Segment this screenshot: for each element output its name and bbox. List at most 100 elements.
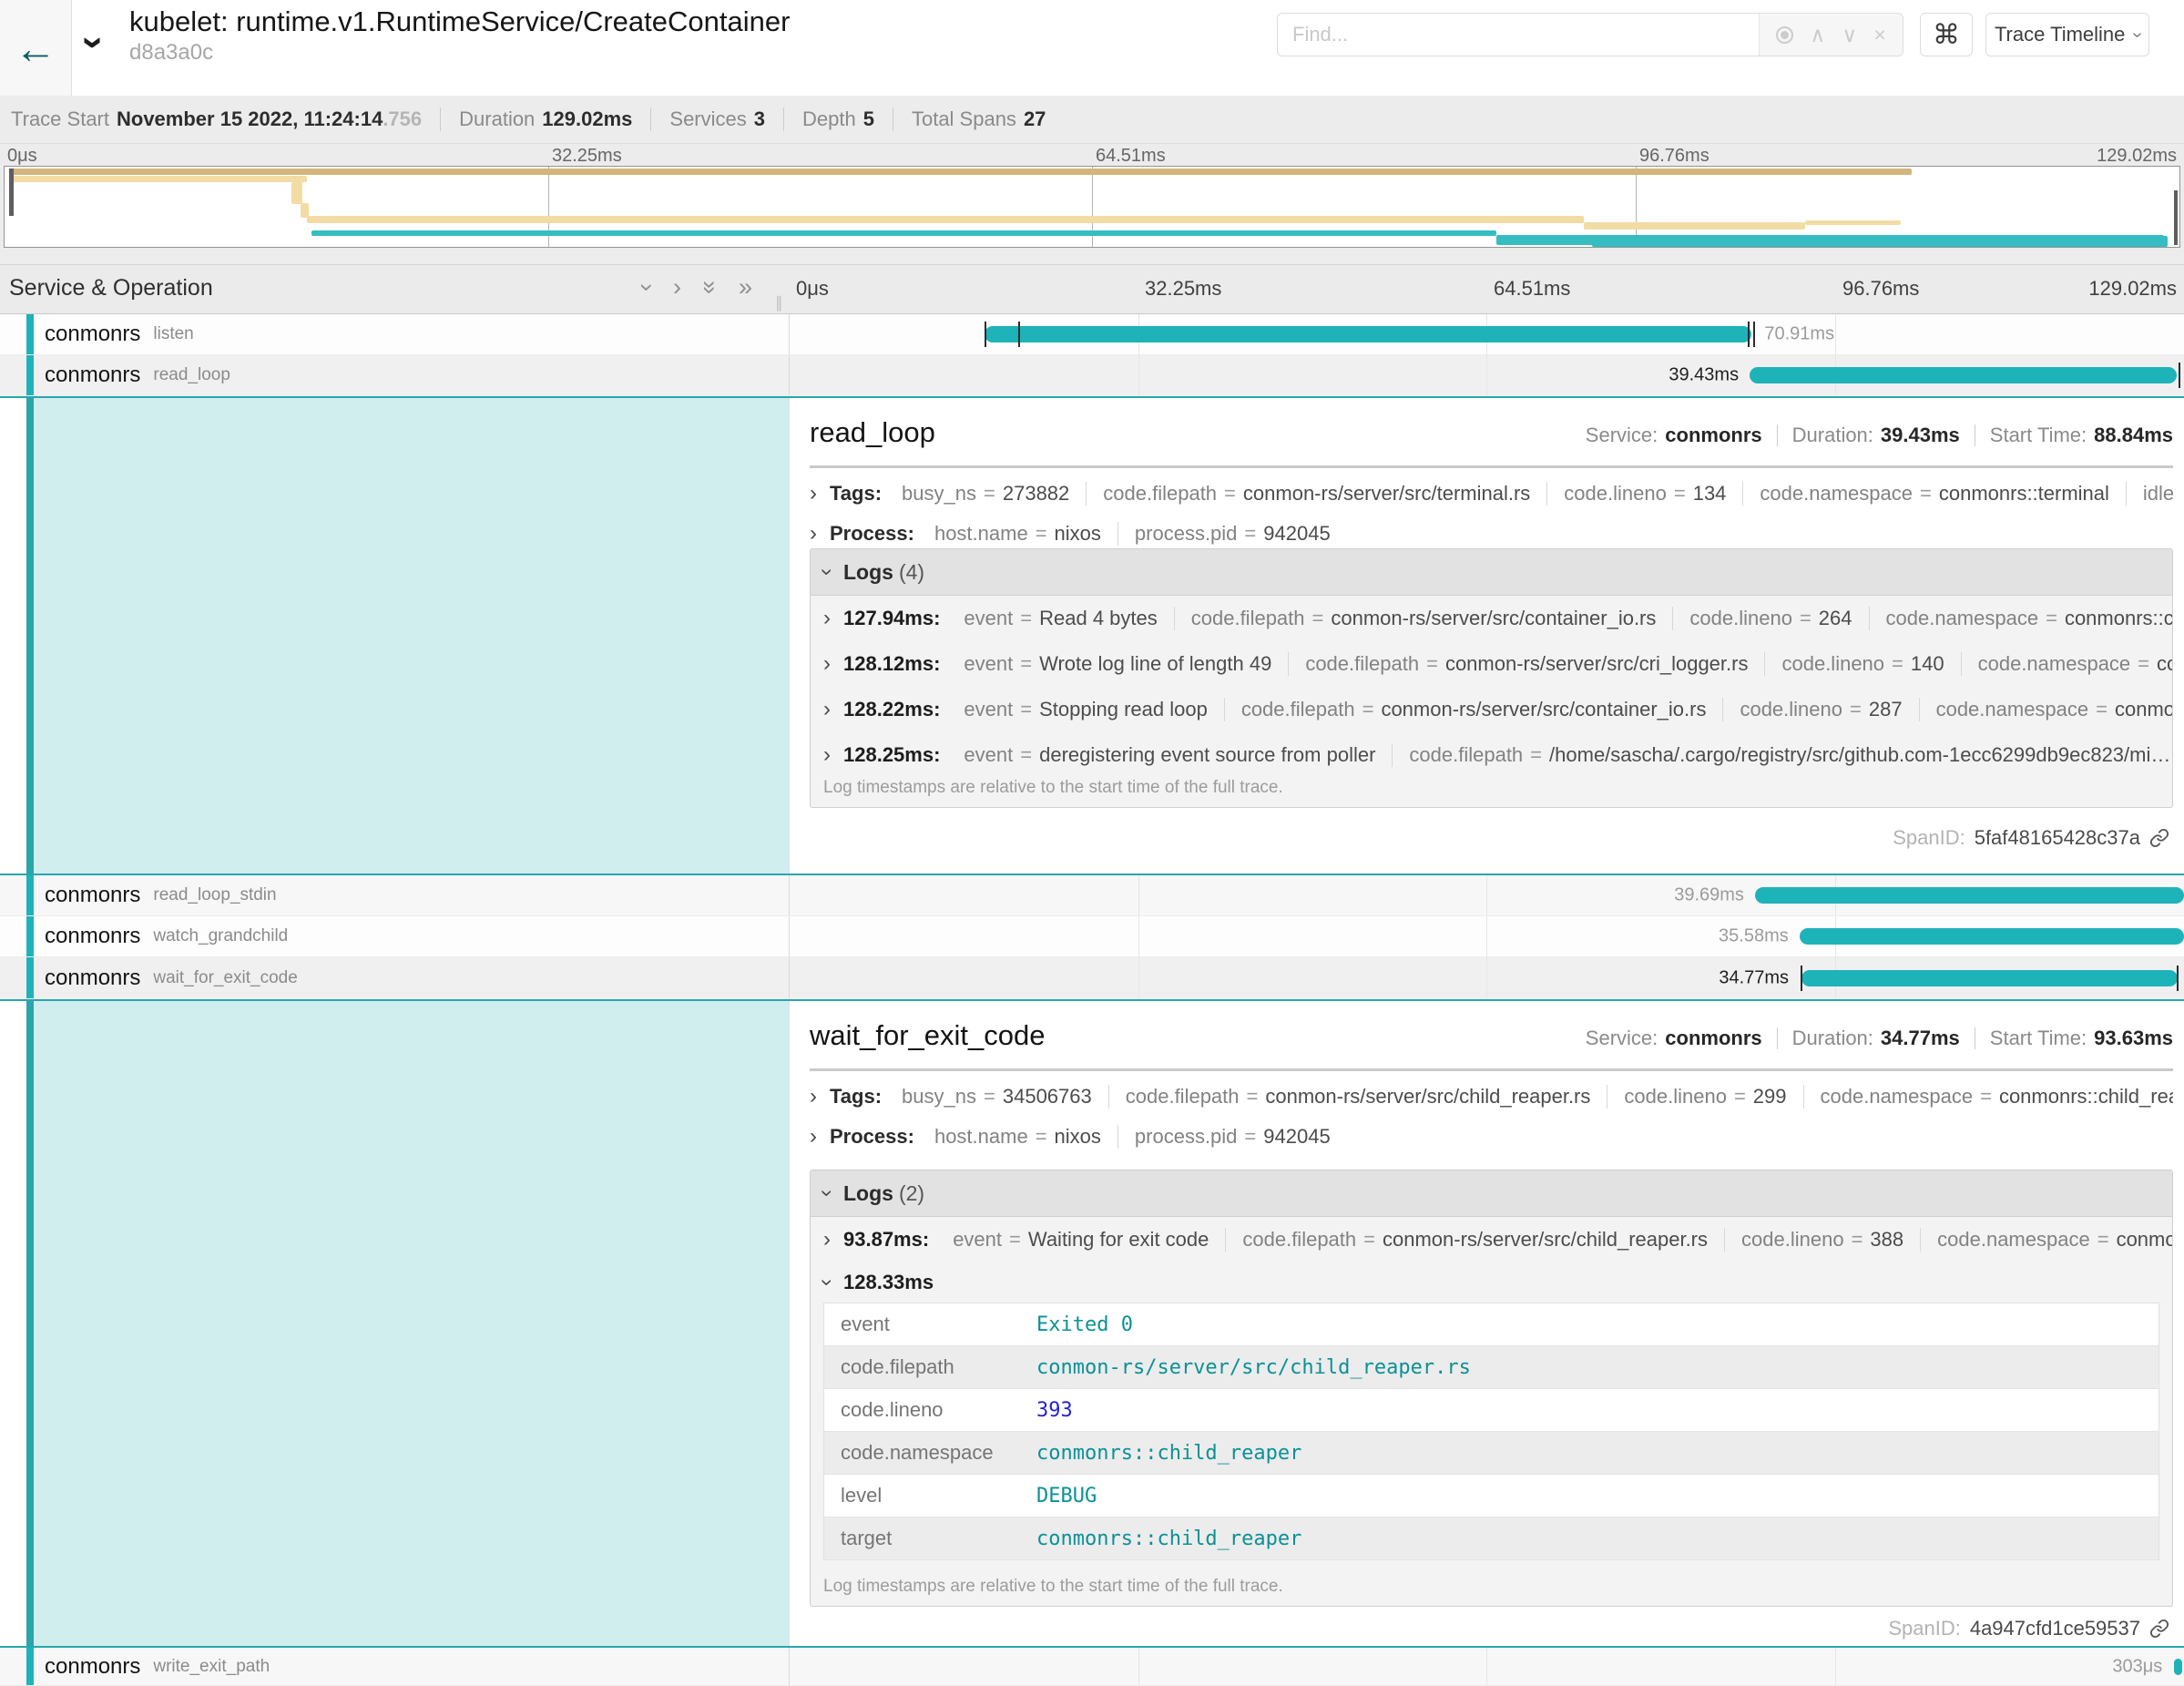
service-name: conmonrs: [45, 322, 140, 347]
log-field: event=Read 4 bytes: [947, 607, 1173, 630]
copy-link-icon[interactable]: [2149, 828, 2169, 848]
find-input[interactable]: [1278, 14, 1759, 56]
span-timeline-cell: 70.91ms: [789, 314, 2184, 354]
logs-toggle[interactable]: › Logs (2): [811, 1170, 2172, 1217]
span-bar[interactable]: [1801, 970, 2178, 986]
span-bar[interactable]: [1750, 367, 2176, 383]
field-key: level: [824, 1484, 1036, 1507]
span-operation-title: read_loop: [810, 416, 935, 448]
process-toggle[interactable]: › Process: host.name=nixos process.pid=9…: [810, 1121, 2173, 1152]
span-row-wait-for-exit-code[interactable]: conmonrs wait_for_exit_code 34.77ms: [0, 957, 2184, 999]
span-duration: 39.43ms: [1669, 365, 1739, 386]
span-bar[interactable]: [985, 326, 1751, 342]
logs-toggle[interactable]: › Logs (4): [811, 549, 2172, 596]
service-accent-bar: [26, 875, 34, 915]
tags-label: Tags:: [830, 482, 882, 506]
span-detail-panel: read_loop Service: conmonrs Duration: 39…: [789, 398, 2184, 874]
find-tools: ∧ ∨ ×: [1759, 14, 1903, 56]
jaeger-trace-page: ← › kubelet: runtime.v1.RuntimeService/C…: [0, 0, 2184, 1686]
field-value: Exited 0: [1036, 1313, 1133, 1336]
tags-toggle[interactable]: › Tags: busy_ns=273882 code.filepath=con…: [810, 478, 2173, 509]
focus-match-icon[interactable]: [1776, 26, 1793, 44]
log-entry[interactable]: › 93.87ms: event=Waiting for exit code c…: [811, 1217, 2172, 1262]
divider: [1777, 1027, 1778, 1049]
span-timeline-cell: 39.43ms: [789, 355, 2184, 395]
collapse-trace-header-button[interactable]: ›: [87, 20, 101, 66]
span-operation-title: wait_for_exit_code: [810, 1019, 1046, 1051]
span-meta: Service: conmonrs Duration: 34.77ms Star…: [1586, 1027, 2173, 1050]
tag-chip: code.namespace=conmonrs::terminal: [1742, 482, 2126, 506]
tag-chip: code.lineno=299: [1607, 1085, 1802, 1109]
timeline-minimap[interactable]: [4, 166, 2180, 248]
process-label: Process:: [830, 1125, 914, 1149]
header: ← › kubelet: runtime.v1.RuntimeService/C…: [0, 0, 2184, 96]
start-time-value: 93.63ms: [2094, 1027, 2173, 1050]
span-row-watch-grandchild[interactable]: conmonrs watch_grandchild 35.58ms: [0, 916, 2184, 957]
collapse-all-icon[interactable]: »: [703, 273, 717, 301]
span-bar[interactable]: [1800, 928, 2184, 945]
log-tick: [1748, 322, 1750, 347]
detail-title-bar: wait_for_exit_code Service: conmonrs Dur…: [810, 1019, 2173, 1061]
duration-value: 39.43ms: [1881, 424, 1960, 447]
span-name-cell[interactable]: conmonrs write_exit_path: [0, 1648, 789, 1685]
field-key: code.lineno: [824, 1398, 1036, 1422]
clear-search-icon[interactable]: ×: [1873, 23, 1885, 47]
span-bar[interactable]: [2174, 1659, 2181, 1675]
prev-match-icon[interactable]: ∧: [1810, 23, 1825, 47]
keyboard-shortcuts-button[interactable]: ⌘: [1920, 13, 1973, 56]
service-accent-bar: [26, 398, 34, 874]
expand-all-icon[interactable]: »: [739, 273, 752, 301]
span-name-cell[interactable]: conmonrs read_loop_stdin: [0, 875, 789, 915]
span-row-read-loop[interactable]: conmonrs read_loop 39.43ms: [0, 355, 2184, 396]
column-resize-grip[interactable]: ∥: [775, 294, 783, 312]
minimap-left-scrubber[interactable]: [9, 169, 14, 216]
view-selector-button[interactable]: Trace Timeline ›: [1985, 13, 2149, 56]
detail-collapse-area[interactable]: [34, 398, 789, 874]
trace-summary-bar: Trace Start November 15 2022, 11:24:14.7…: [0, 96, 2184, 144]
service-value: conmonrs: [1665, 1027, 1761, 1050]
expand-one-icon[interactable]: ›: [673, 273, 681, 301]
span-bar[interactable]: [1755, 887, 2184, 904]
tags-toggle[interactable]: › Tags: busy_ns=34506763 code.filepath=c…: [810, 1081, 2173, 1112]
process-chip: host.name=nixos: [918, 1125, 1118, 1149]
span-id-row: SpanID: 4a947cfd1ce59537: [1888, 1617, 2169, 1640]
log-timestamp: 128.12ms:: [843, 652, 940, 676]
process-toggle[interactable]: › Process: host.name=nixos process.pid=9…: [810, 518, 2173, 549]
log-field: code.lineno=388: [1724, 1228, 1920, 1252]
log-field: code.filepath=/home/sascha/.cargo/regist…: [1392, 743, 2172, 767]
log-entry[interactable]: › 128.25ms: event=deregistering event so…: [811, 732, 2172, 778]
depth-value: 5: [863, 107, 874, 131]
chevron-right-icon: ›: [810, 1084, 817, 1109]
total-spans-label: Total Spans: [912, 107, 1016, 131]
detail-collapse-area[interactable]: [34, 1001, 789, 1646]
span-name-cell[interactable]: conmonrs read_loop: [0, 355, 789, 395]
collapse-one-icon[interactable]: ›: [643, 273, 651, 301]
log-entry-expanded[interactable]: › 128.33ms: [811, 1262, 2172, 1303]
chevron-down-icon: ›: [71, 36, 117, 50]
span-detail-wait-for-exit-code: wait_for_exit_code Service: conmonrs Dur…: [0, 999, 2184, 1648]
operation-name: listen: [153, 324, 193, 344]
back-button[interactable]: ←: [0, 0, 72, 96]
span-name-cell[interactable]: conmonrs listen: [0, 314, 789, 354]
log-entry[interactable]: › 128.22ms: event=Stopping read loop cod…: [811, 687, 2172, 732]
minimap-right-scrubber[interactable]: [2174, 190, 2178, 245]
field-value: conmon-rs/server/src/child_reaper.rs: [1036, 1356, 1471, 1379]
span-name-cell[interactable]: conmonrs watch_grandchild: [0, 916, 789, 956]
service-name: conmonrs: [45, 966, 140, 991]
service-accent-bar: [26, 957, 34, 998]
log-field: code.namespace=conmon…: [1919, 698, 2172, 721]
copy-link-icon[interactable]: [2149, 1619, 2169, 1639]
minimap-tick-4: 129.02ms: [2097, 146, 2177, 167]
span-name-cell[interactable]: conmonrs wait_for_exit_code: [0, 957, 789, 998]
span-row-read-loop-stdin[interactable]: conmonrs read_loop_stdin 39.69ms: [0, 875, 2184, 916]
next-match-icon[interactable]: ∨: [1842, 23, 1857, 47]
span-row-listen[interactable]: conmonrs listen 70.91ms: [0, 314, 2184, 355]
service-accent-bar: [26, 916, 34, 956]
log-entry[interactable]: › 127.94ms: event=Read 4 bytes code.file…: [811, 596, 2172, 641]
span-row-write-exit-path[interactable]: conmonrs write_exit_path 303μs: [0, 1648, 2184, 1686]
field-key: target: [824, 1527, 1036, 1550]
log-entry[interactable]: › 128.12ms: event=Wrote log line of leng…: [811, 641, 2172, 687]
logs-count: (2): [899, 1181, 924, 1206]
timeline-tick-0: 0μs: [796, 277, 829, 301]
log-field: code.filepath=conmon-rs/server/src/conta…: [1174, 607, 1673, 630]
